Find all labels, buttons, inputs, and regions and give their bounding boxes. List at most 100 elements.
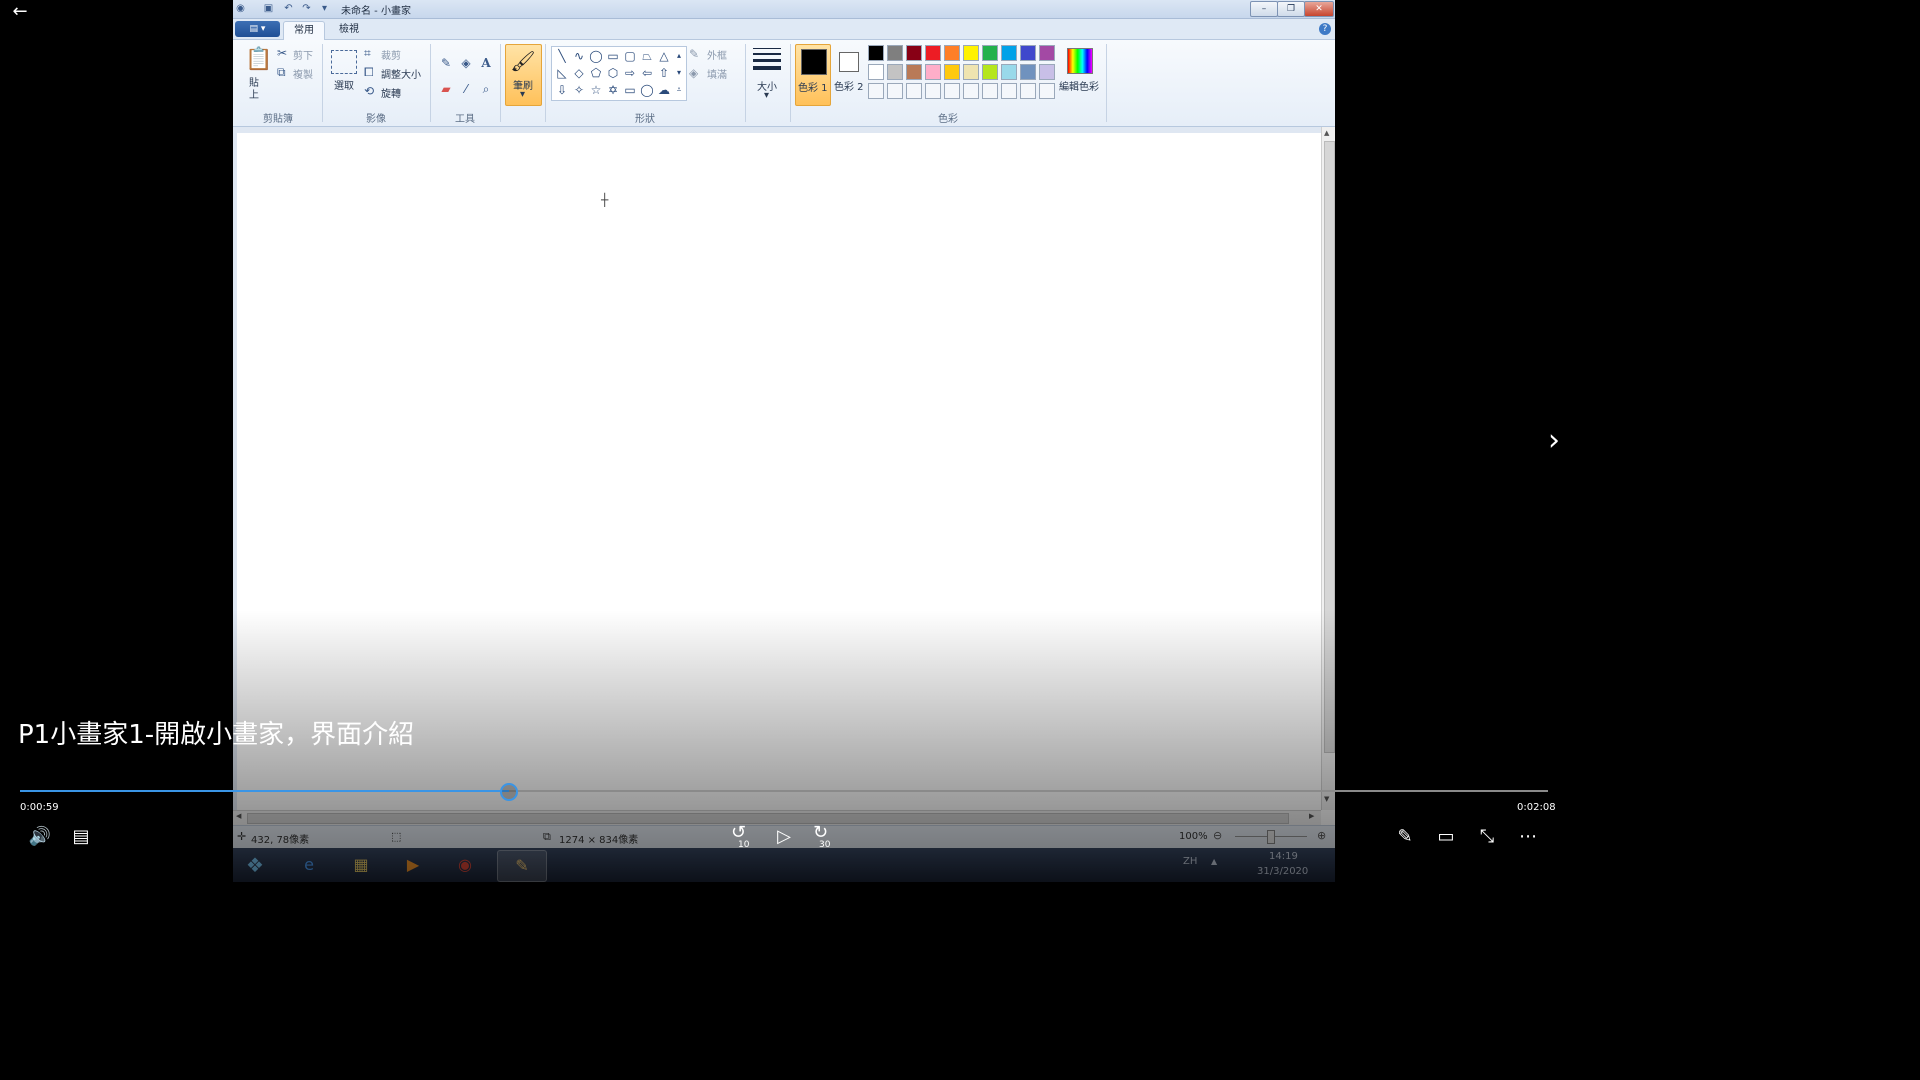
- vertical-scroll-thumb[interactable]: [1324, 141, 1335, 753]
- oval-shape-icon[interactable]: ◯: [588, 48, 604, 64]
- scroll-right-icon[interactable]: ▶: [1309, 812, 1314, 820]
- fill-button[interactable]: 填滿: [707, 66, 727, 81]
- color2-swatch[interactable]: [839, 52, 859, 72]
- custom-color-slot[interactable]: [868, 83, 884, 99]
- palette-color-swatch[interactable]: [1020, 45, 1036, 61]
- seek-bar[interactable]: [20, 783, 1548, 801]
- close-button[interactable]: ✕: [1304, 1, 1334, 17]
- select-icon[interactable]: [331, 50, 357, 74]
- paint-taskbar-icon[interactable]: ✎: [497, 850, 547, 882]
- horizontal-scroll-thumb[interactable]: [247, 813, 1289, 824]
- fill-bucket-icon[interactable]: ◈: [458, 56, 474, 70]
- start-button-icon[interactable]: ❖: [235, 850, 275, 880]
- restore-button[interactable]: ❐: [1277, 1, 1305, 17]
- file-menu-button[interactable]: ▤ ▾: [235, 21, 280, 37]
- four-point-star-shape-icon[interactable]: ✧: [571, 82, 587, 98]
- internet-explorer-icon[interactable]: e: [285, 850, 333, 880]
- palette-color-swatch[interactable]: [925, 45, 941, 61]
- gallery-scroll-up-icon[interactable]: ▴: [673, 48, 685, 64]
- customize-quick-access-icon[interactable]: ▾: [319, 3, 330, 14]
- more-options-icon[interactable]: ⋯: [1514, 825, 1542, 849]
- palette-color-swatch[interactable]: [963, 45, 979, 61]
- right-arrow-shape-icon[interactable]: ⇨: [622, 65, 638, 81]
- palette-color-swatch[interactable]: [906, 45, 922, 61]
- scroll-down-icon[interactable]: ▼: [1324, 795, 1329, 803]
- shapes-gallery[interactable]: ╲ ∿ ◯ ▭ ▢ ⏢ △ ◺ ◇ ⬠ ⬡ ⇨ ⇦ ⇧ ⇩ ✧ ☆ ✡ ▭ ◯ …: [551, 46, 687, 101]
- cut-button[interactable]: 剪下: [293, 47, 313, 62]
- seek-bar-thumb[interactable]: [499, 783, 518, 801]
- palette-color-swatch[interactable]: [944, 64, 960, 80]
- media-player-icon[interactable]: ▶: [389, 850, 437, 880]
- custom-color-slot[interactable]: [887, 83, 903, 99]
- back-arrow-icon[interactable]: ←: [6, 0, 34, 24]
- color1-button[interactable]: 色彩 1: [795, 44, 831, 106]
- captions-icon[interactable]: ▤: [67, 825, 95, 849]
- palette-color-swatch[interactable]: [982, 64, 998, 80]
- crop-icon[interactable]: ⌗: [364, 46, 371, 60]
- palette-color-swatch[interactable]: [887, 64, 903, 80]
- language-indicator[interactable]: ZH: [1183, 856, 1197, 867]
- size-lines-icon[interactable]: [753, 48, 781, 70]
- polygon-shape-icon[interactable]: ⏢: [639, 48, 655, 64]
- custom-color-slot[interactable]: [1001, 83, 1017, 99]
- resize-icon[interactable]: ⧠: [364, 65, 374, 79]
- help-icon[interactable]: ?: [1319, 23, 1331, 35]
- palette-color-swatch[interactable]: [963, 64, 979, 80]
- oval-callout-shape-icon[interactable]: ◯: [639, 82, 655, 98]
- volume-icon[interactable]: 🔊: [26, 825, 54, 849]
- color-picker-icon[interactable]: ⁄: [458, 82, 474, 96]
- palette-color-swatch[interactable]: [1001, 45, 1017, 61]
- paste-icon[interactable]: 📋: [245, 46, 272, 74]
- right-triangle-shape-icon[interactable]: ◺: [554, 65, 570, 81]
- tab-home[interactable]: 常用: [283, 21, 325, 40]
- six-point-star-shape-icon[interactable]: ✡: [605, 82, 621, 98]
- mini-view-icon[interactable]: ▭: [1432, 825, 1460, 849]
- zoom-out-icon[interactable]: ⊖: [1213, 829, 1222, 842]
- custom-color-slot[interactable]: [1039, 83, 1055, 99]
- cut-icon[interactable]: ✂: [277, 46, 287, 60]
- copy-icon[interactable]: ⧉: [277, 65, 286, 79]
- rectangle-shape-icon[interactable]: ▭: [605, 48, 621, 64]
- palette-color-swatch[interactable]: [1039, 45, 1055, 61]
- resize-button[interactable]: 調整大小: [381, 66, 421, 81]
- crop-button[interactable]: 裁剪: [381, 47, 401, 62]
- palette-color-swatch[interactable]: [868, 64, 884, 80]
- curve-shape-icon[interactable]: ∿: [571, 48, 587, 64]
- rounded-rectangle-shape-icon[interactable]: ▢: [622, 48, 638, 64]
- vertical-scrollbar[interactable]: ▲ ▼: [1321, 127, 1335, 810]
- chrome-icon[interactable]: ◉: [441, 850, 489, 880]
- up-arrow-shape-icon[interactable]: ⇧: [656, 65, 672, 81]
- diamond-shape-icon[interactable]: ◇: [571, 65, 587, 81]
- five-point-star-shape-icon[interactable]: ☆: [588, 82, 604, 98]
- palette-color-swatch[interactable]: [868, 45, 884, 61]
- callout-shape-icon[interactable]: ▭: [622, 82, 638, 98]
- exit-fullscreen-icon[interactable]: ⤡: [1473, 825, 1501, 849]
- horizontal-scrollbar[interactable]: ◀ ▶: [233, 810, 1321, 825]
- triangle-shape-icon[interactable]: △: [656, 48, 672, 64]
- text-tool-icon[interactable]: A: [478, 56, 494, 70]
- copy-button[interactable]: 複製: [293, 66, 313, 81]
- play-button-icon[interactable]: ▷: [770, 825, 798, 849]
- edit-colors-icon[interactable]: [1067, 48, 1093, 74]
- cloud-callout-shape-icon[interactable]: ☁: [656, 82, 672, 98]
- custom-color-slot[interactable]: [925, 83, 941, 99]
- palette-color-swatch[interactable]: [1001, 64, 1017, 80]
- scroll-left-icon[interactable]: ◀: [236, 812, 241, 820]
- rewind-button[interactable]: ↺ 10: [729, 822, 757, 850]
- fill-icon[interactable]: ◈: [689, 66, 698, 80]
- palette-color-swatch[interactable]: [982, 45, 998, 61]
- hexagon-shape-icon[interactable]: ⬡: [605, 65, 621, 81]
- custom-color-slot[interactable]: [906, 83, 922, 99]
- color2-label[interactable]: 色彩 2: [834, 78, 864, 93]
- custom-color-slot[interactable]: [944, 83, 960, 99]
- palette-color-swatch[interactable]: [1039, 64, 1055, 80]
- undo-icon[interactable]: ↶: [283, 3, 294, 14]
- pentagon-shape-icon[interactable]: ⬠: [588, 65, 604, 81]
- gallery-expand-icon[interactable]: ⩡: [673, 82, 685, 98]
- next-video-chevron-icon[interactable]: ›: [1540, 426, 1568, 456]
- file-explorer-icon[interactable]: ▦: [337, 850, 385, 880]
- minimize-button[interactable]: –: [1250, 1, 1278, 17]
- outline-icon[interactable]: ✎: [689, 47, 699, 61]
- select-button[interactable]: 選取: [334, 77, 354, 92]
- rotate-button[interactable]: 旋轉: [381, 85, 401, 100]
